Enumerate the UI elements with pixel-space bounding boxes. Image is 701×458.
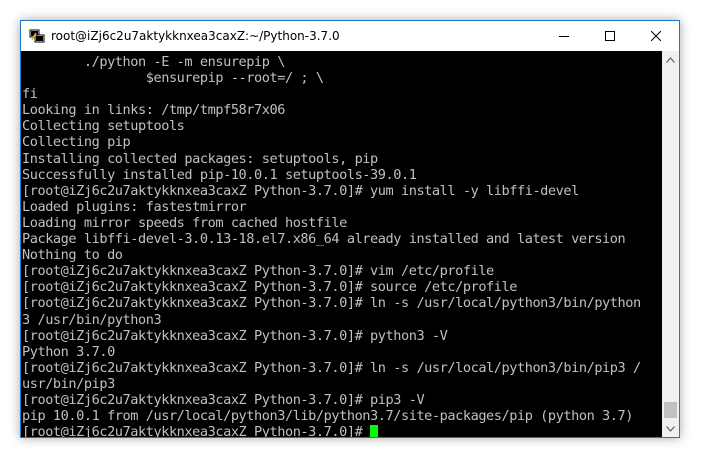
window-controls	[541, 21, 679, 51]
terminal-line: [root@iZj6c2u7aktykknxea3caxZ Python-3.7…	[22, 391, 425, 408]
terminal-line: [root@iZj6c2u7aktykknxea3caxZ Python-3.7…	[22, 279, 517, 296]
putty-icon[interactable]	[29, 28, 45, 44]
terminal-line: Installing collected packages: setuptool…	[22, 150, 378, 167]
scroll-up-button[interactable]	[662, 51, 679, 68]
terminal-line: [root@iZj6c2u7aktykknxea3caxZ Python-3.7…	[22, 182, 579, 199]
terminal-line: Package libffi-devel-3.0.13-18.el7.x86_6…	[22, 231, 626, 248]
scroll-thumb[interactable]	[664, 402, 677, 418]
terminal-line: fi	[22, 86, 38, 103]
text-cursor	[370, 425, 379, 437]
terminal-line: [root@iZj6c2u7aktykknxea3caxZ Python-3.7…	[22, 263, 494, 280]
terminal-line: Successfully installed pip-10.0.1 setupt…	[22, 166, 417, 183]
terminal-line: [root@iZj6c2u7aktykknxea3caxZ Python-3.7…	[22, 295, 641, 312]
terminal-line: 3 /usr/bin/python3	[22, 311, 162, 328]
scroll-down-button[interactable]	[662, 420, 679, 437]
minimize-icon	[559, 36, 569, 37]
minimize-button[interactable]	[541, 21, 587, 51]
terminal-window: root@iZj6c2u7aktykknxea3caxZ:~/Python-3.…	[20, 20, 680, 438]
terminal-line: pip 10.0.1 from /usr/local/python3/lib/p…	[22, 408, 633, 425]
window-title: root@iZj6c2u7aktykknxea3caxZ:~/Python-3.…	[51, 29, 340, 43]
terminal-line: Collecting pip	[22, 134, 131, 151]
shell-prompt: [root@iZj6c2u7aktykknxea3caxZ Python-3.7…	[22, 424, 371, 437]
terminal-output[interactable]: ./python -E -m ensurepip \ $ensurepip --…	[21, 51, 662, 437]
terminal-line: Python 3.7.0	[22, 343, 115, 360]
close-button[interactable]	[633, 21, 679, 51]
terminal-line: ./python -E -m ensurepip \	[22, 54, 286, 70]
terminal-line: [root@iZj6c2u7aktykknxea3caxZ Python-3.7…	[22, 327, 448, 344]
terminal-line: Loading mirror speeds from cached hostfi…	[22, 214, 347, 231]
vertical-scrollbar[interactable]	[662, 51, 679, 437]
maximize-icon	[605, 31, 615, 41]
terminal-line: Loaded plugins: fastestmirror	[22, 198, 247, 215]
prompt-line[interactable]: [root@iZj6c2u7aktykknxea3caxZ Python-3.7…	[22, 424, 662, 437]
terminal-line: Looking in links: /tmp/tmpf58r7x06	[22, 102, 285, 119]
terminal-line: usr/bin/pip3	[22, 375, 115, 392]
terminal-line: [root@iZj6c2u7aktykknxea3caxZ Python-3.7…	[22, 359, 641, 376]
title-bar[interactable]: root@iZj6c2u7aktykknxea3caxZ:~/Python-3.…	[21, 21, 679, 51]
chevron-down-icon	[666, 425, 675, 432]
close-icon	[651, 31, 661, 41]
terminal-line: Collecting setuptools	[22, 118, 185, 135]
maximize-button[interactable]	[587, 21, 633, 51]
chevron-up-icon	[666, 56, 675, 63]
terminal-line: Nothing to do	[22, 247, 123, 264]
terminal-line: $ensurepip --root=/ ; \	[22, 70, 324, 87]
